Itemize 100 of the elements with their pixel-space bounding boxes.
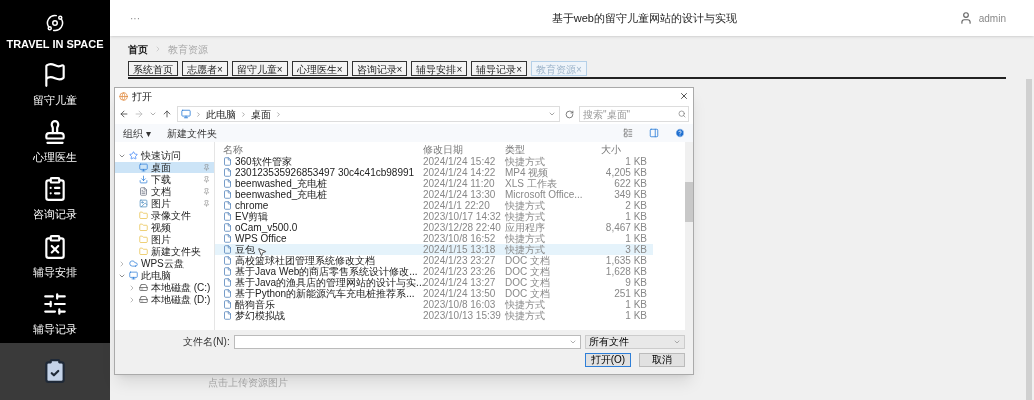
star-icon <box>129 151 138 160</box>
nav-item[interactable]: WPS云盘 <box>115 258 214 269</box>
column-header[interactable]: 类型 <box>505 141 601 157</box>
dialog-button[interactable]: 打开(O) <box>585 353 631 367</box>
pin-icon <box>203 188 210 195</box>
address-bar[interactable]: 此电脑 桌面 <box>177 106 560 122</box>
search-field[interactable]: 搜索"桌面" <box>579 106 689 122</box>
history-dropdown-icon[interactable] <box>149 110 157 118</box>
scrollbar[interactable] <box>685 142 693 330</box>
path-separator-icon <box>275 110 282 118</box>
page-tab[interactable]: 咨询记录× <box>351 61 408 76</box>
nav-item[interactable]: 新建文件夹 <box>115 246 214 257</box>
file-icon <box>223 157 232 166</box>
column-header[interactable]: 修改日期 <box>423 141 505 157</box>
file-row[interactable]: 230123535926853497 30c4c41cb98991 2024/1/24 14:22 MP4 视频 4,205 KB <box>215 167 653 178</box>
file-icon <box>223 267 232 276</box>
download-icon <box>139 175 148 184</box>
page-tab[interactable]: 留守儿童× <box>231 61 288 76</box>
file-row[interactable]: 高校篮球社团管理系统修改文档 2024/1/23 23:27 DOC 文档 1,635 KB <box>215 255 653 266</box>
nav-item[interactable]: 文档 <box>115 186 214 197</box>
breadcrumb-link[interactable]: 首页 <box>128 41 148 57</box>
clipboard-x-icon <box>42 233 68 260</box>
file-icon <box>223 212 232 221</box>
dialog-button[interactable]: 取消 <box>639 353 685 367</box>
expand-chevron-icon[interactable] <box>118 259 126 268</box>
nav-item[interactable]: 桌面 <box>115 162 214 173</box>
nav-item[interactable]: 录像文件 <box>115 210 214 221</box>
file-icon <box>223 168 232 177</box>
mouse-cursor-icon <box>257 247 267 257</box>
column-header[interactable]: 名称 <box>223 141 423 157</box>
page-tab[interactable]: 辅导记录× <box>471 61 528 76</box>
filename-label: 文件名(N): <box>183 335 230 349</box>
folder-icon <box>139 235 148 244</box>
path-separator-icon <box>195 110 202 118</box>
page-tab[interactable]: 系统首页 <box>128 61 178 76</box>
nav-item[interactable]: 本地磁盘 (D:) <box>115 294 214 305</box>
pin-icon <box>203 176 210 183</box>
cloud-icon <box>129 259 138 268</box>
folder-icon <box>139 247 148 256</box>
nav-item[interactable]: 下载 <box>115 174 214 185</box>
address-dropdown-icon[interactable] <box>548 110 556 118</box>
page-tab[interactable]: 志愿者× <box>182 61 228 76</box>
dialog-title: 打开 <box>132 89 153 104</box>
file-row[interactable]: EV剪辑 2023/10/17 14:32 快捷方式 1 KB <box>215 211 653 222</box>
toolbar-button[interactable]: 新建文件夹 <box>166 125 217 141</box>
avatar-icon[interactable] <box>958 11 973 25</box>
file-row[interactable]: 豆包 2024/1/15 13:18 快捷方式 3 KB <box>215 244 653 255</box>
view-options-icon[interactable] <box>623 128 633 138</box>
back-icon[interactable] <box>119 109 129 119</box>
file-row[interactable]: beenwashed_充电桩 2024/1/24 13:30 Microsoft Office... 349 KB <box>215 189 653 200</box>
sidebar-item[interactable] <box>0 342 110 400</box>
pc-icon <box>181 109 191 119</box>
file-icon <box>223 289 232 298</box>
file-row[interactable]: chrome 2024/1/1 22:20 快捷方式 2 KB <box>215 200 653 211</box>
file-row[interactable]: 基于Java Web的商店零售系统设计修改... 2024/1/23 23:26 DOC 文档 1,628 KB <box>215 266 653 277</box>
file-type-dropdown[interactable]: 所有文件 <box>585 334 685 349</box>
file-icon <box>223 278 232 287</box>
file-icon <box>223 300 232 309</box>
filename-field[interactable] <box>233 334 581 349</box>
more-button[interactable]: ··· <box>130 10 210 26</box>
doc-icon <box>139 187 148 196</box>
toolbar-button[interactable]: 组织 ▾ <box>123 125 151 141</box>
column-header[interactable]: 大小 <box>601 141 653 157</box>
forward-icon[interactable] <box>134 109 144 119</box>
flag-icon <box>42 61 68 88</box>
page-tab[interactable]: 心理医生× <box>291 61 348 76</box>
stamp-icon <box>42 119 68 146</box>
file-row[interactable]: 梦幻模拟战 2023/10/13 15:39 快捷方式 1 KB <box>215 310 653 321</box>
pc-icon <box>129 271 138 280</box>
folder-icon <box>139 223 148 232</box>
sliders-icon <box>42 290 68 317</box>
file-row[interactable]: 基于Java的渔具店的管理网站的设计与实...2024/1/24 13:27 DOC 文档 9 KB <box>215 277 653 288</box>
file-icon <box>223 311 232 320</box>
file-row[interactable]: beenwashed_充电桩 2024/1/24 11:20 XLS 工作表 622 KB <box>215 178 653 189</box>
up-icon[interactable] <box>162 109 172 119</box>
preview-pane-icon[interactable] <box>649 128 659 138</box>
file-icon <box>223 190 232 199</box>
file-row[interactable]: 基于Python的新能源汽车充电桩推荐系... 2024/1/24 13:50 DOC 文档 251 KB <box>215 288 653 299</box>
path-segment[interactable]: 桌面 <box>251 106 271 122</box>
file-row[interactable]: WPS Office 2023/10/8 16:52 快捷方式 1 KB <box>215 233 653 244</box>
path-segment[interactable]: 此电脑 <box>206 106 236 122</box>
file-row[interactable]: 360软件管家 2024/1/24 15:42 快捷方式 1 KB <box>215 156 653 167</box>
scrollbar[interactable] <box>1026 79 1032 400</box>
nav-item[interactable]: 视频 <box>115 222 214 233</box>
site-title: 基于web的留守儿童网站的设计与实现 <box>550 10 738 26</box>
file-row[interactable]: oCam_v500.0 2023/12/28 22:40 应用程序 8,467 KB <box>215 222 653 233</box>
nav-item[interactable]: 此电脑 <box>115 270 214 281</box>
nav-item[interactable]: 快速访问 <box>115 150 214 161</box>
pin-icon <box>203 164 210 171</box>
close-icon[interactable] <box>679 91 689 101</box>
browser-icon <box>119 91 128 101</box>
refresh-icon[interactable] <box>565 109 574 119</box>
file-icon <box>223 256 232 265</box>
file-row[interactable]: 酷狗音乐 2023/10/8 16:03 快捷方式 1 KB <box>215 299 653 310</box>
nav-item[interactable]: 本地磁盘 (C:) <box>115 282 214 293</box>
help-icon[interactable] <box>675 128 685 138</box>
nav-item[interactable]: 图片 <box>115 234 214 245</box>
page-tab[interactable]: 辅导安排× <box>411 61 468 76</box>
nav-item[interactable]: 图片 <box>115 198 214 209</box>
file-icon <box>223 201 232 210</box>
